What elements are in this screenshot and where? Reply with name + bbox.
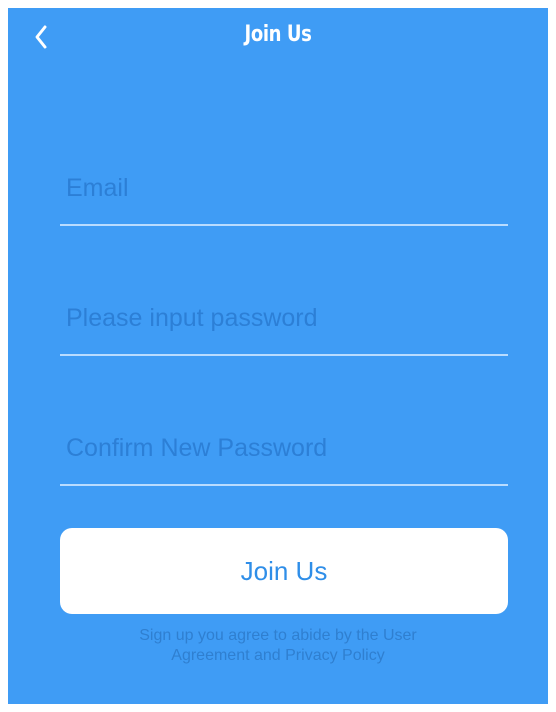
email-underline xyxy=(60,224,508,226)
back-button[interactable] xyxy=(26,22,56,52)
confirm-password-field xyxy=(60,416,508,486)
nav-bar: Join Us xyxy=(8,8,548,66)
password-input[interactable] xyxy=(60,286,508,350)
page-title: Join Us xyxy=(244,22,312,47)
password-field xyxy=(60,286,508,356)
terms-line-2[interactable]: Agreement and Privacy Policy xyxy=(48,646,508,666)
confirm-password-underline xyxy=(60,484,508,486)
email-input[interactable] xyxy=(60,156,508,220)
terms-notice: Sign up you agree to abide by the User A… xyxy=(48,626,508,666)
chevron-left-icon xyxy=(35,25,47,49)
confirm-password-input[interactable] xyxy=(60,416,508,480)
password-underline xyxy=(60,354,508,356)
signup-screen: Join Us Join Us Sign up you agree to abi… xyxy=(8,8,548,704)
email-field xyxy=(60,156,508,226)
terms-line-1: Sign up you agree to abide by the User xyxy=(139,627,417,644)
join-us-button[interactable]: Join Us xyxy=(60,528,508,614)
